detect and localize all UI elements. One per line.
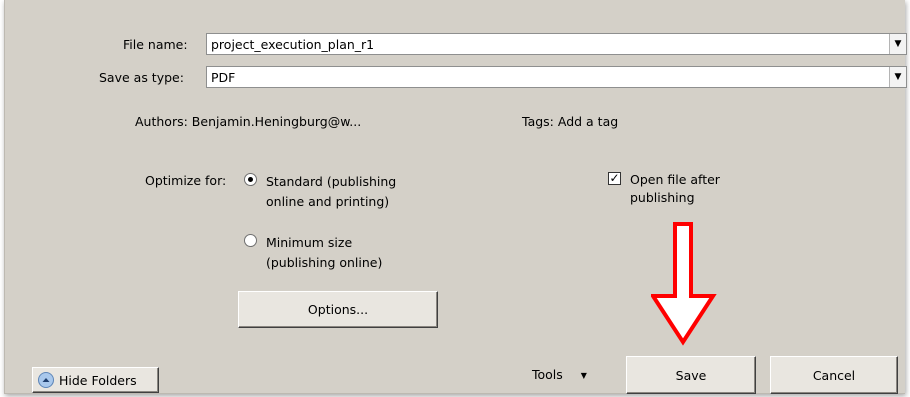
save-button-label: Save — [675, 367, 707, 383]
save-as-type-select[interactable]: PDF ▼ — [206, 66, 907, 88]
save-as-type-label: Save as type: — [99, 70, 184, 85]
options-button-label: Options... — [307, 302, 369, 317]
file-name-input[interactable]: project_execution_plan_r1 ▼ — [206, 33, 907, 55]
file-name-value: project_execution_plan_r1 — [211, 37, 375, 52]
standard-label-line2: online and printing) — [266, 194, 390, 209]
standard-radio-label[interactable]: Standard (publishing online and printing… — [266, 172, 396, 212]
open-after-line1: Open file after — [630, 172, 720, 187]
minimum-label-line1: Minimum size — [266, 235, 353, 250]
open-after-line2: publishing — [630, 190, 695, 205]
file-name-label: File name: — [123, 37, 188, 52]
options-button[interactable]: Options... — [238, 291, 438, 328]
standard-label-line1: Standard (publishing — [266, 174, 397, 189]
tags-value: Add a tag — [557, 114, 619, 129]
tags-label: Tags: — [522, 114, 554, 129]
chevron-down-icon[interactable]: ▼ — [889, 67, 906, 87]
hide-folders-label: Hide Folders — [59, 372, 137, 388]
radio-selected-dot — [248, 177, 253, 182]
hide-folders-button[interactable]: Hide Folders — [32, 367, 159, 393]
cancel-button[interactable]: Cancel — [770, 356, 898, 394]
minimum-size-radio-label[interactable]: Minimum size (publishing online) — [266, 233, 382, 273]
authors-value: Benjamin.Heningburg@w... — [191, 114, 362, 129]
minimum-size-radio[interactable] — [244, 234, 257, 247]
open-file-after-checkbox[interactable]: ✓ — [608, 172, 621, 185]
checkmark-icon: ✓ — [609, 171, 620, 185]
authors-label: Authors: — [135, 114, 188, 129]
save-button[interactable]: Save — [626, 356, 756, 394]
chevron-down-icon[interactable]: ▼ — [889, 34, 906, 54]
cancel-button-label: Cancel — [812, 367, 856, 383]
open-file-after-label[interactable]: Open file after publishing — [630, 171, 720, 207]
red-down-arrow-annotation — [651, 222, 717, 346]
chevron-up-circle-icon — [38, 372, 54, 388]
authors-field[interactable]: Authors: Benjamin.Heningburg@w... — [135, 114, 361, 129]
chevron-down-icon: ▼ — [580, 371, 587, 380]
optimize-for-label: Optimize for: — [145, 173, 227, 188]
save-as-type-value: PDF — [211, 70, 236, 85]
save-as-dialog: File name: project_execution_plan_r1 ▼ S… — [4, 0, 907, 394]
standard-radio[interactable] — [244, 173, 257, 186]
tools-menu[interactable]: Tools ▼ — [532, 367, 587, 382]
minimum-label-line2: (publishing online) — [266, 255, 383, 270]
tools-label: Tools — [532, 367, 563, 382]
tags-field[interactable]: Tags: Add a tag — [522, 114, 618, 129]
